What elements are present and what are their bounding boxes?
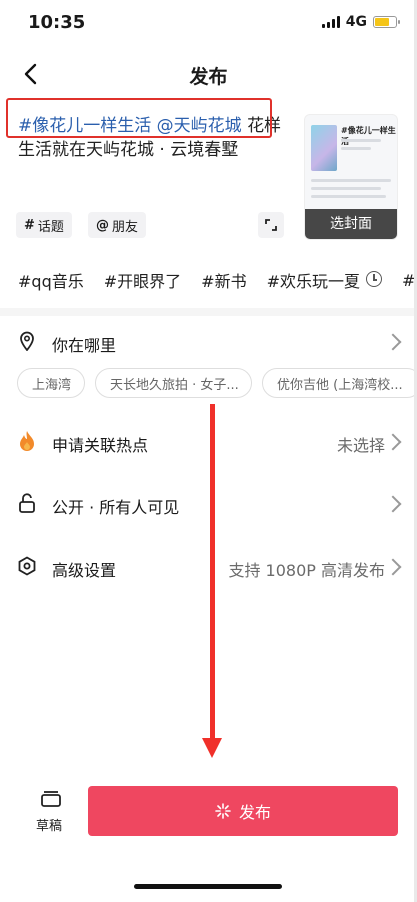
advanced-settings-label[interactable]: 高级设置: [52, 557, 116, 581]
location-suggestion[interactable]: 天长地久旅拍 · 女子...: [95, 368, 252, 398]
location-suggestion[interactable]: 上海湾: [17, 368, 85, 398]
hashtag-suggestion[interactable]: #开眼界了: [104, 268, 181, 292]
hashtag-suggestion[interactable]: #新书: [201, 268, 246, 292]
cover-line: [341, 139, 381, 142]
select-cover-button[interactable]: 选封面: [305, 209, 397, 239]
hotspot-label[interactable]: 申请关联热点: [52, 432, 148, 456]
battery-icon: [373, 16, 400, 28]
annotation-highlight-box: [6, 98, 272, 138]
page-title: 发布: [189, 66, 228, 88]
chevron-right-icon[interactable]: [384, 433, 402, 451]
hashtag-suggestion[interactable]: #欢乐玩一夏: [267, 268, 382, 292]
cover-line: [311, 179, 391, 182]
cover-thumbnail[interactable]: #像花儿一样生活 选封面: [304, 114, 398, 240]
chevron-right-icon[interactable]: [384, 333, 402, 351]
cover-line: [311, 187, 381, 190]
flame-icon: [16, 430, 38, 452]
location-pin-icon: [16, 330, 38, 352]
hotspot-value[interactable]: 未选择: [337, 432, 385, 456]
hashtag-suggestion-label: #欢乐玩一夏: [266, 272, 360, 291]
status-time: 10:35: [28, 12, 86, 33]
clock-icon: [366, 271, 382, 287]
chevron-right-icon[interactable]: [384, 558, 402, 576]
location-suggestion[interactable]: 优你吉他 (上海湾校...: [262, 368, 417, 398]
chevron-right-icon[interactable]: [384, 495, 402, 513]
network-label: 4G: [345, 14, 367, 30]
draft-label[interactable]: 草稿: [36, 815, 62, 834]
publish-button-label: 发布: [238, 803, 271, 822]
annotation-arrow: [210, 404, 215, 742]
cover-line: [341, 147, 371, 150]
hash-icon: #: [24, 217, 35, 233]
topic-chip-label: 话题: [37, 219, 64, 235]
cover-line: [311, 195, 386, 198]
draft-button[interactable]: [36, 790, 66, 812]
location-label[interactable]: 你在哪里: [52, 332, 116, 356]
expand-icon: [265, 219, 277, 231]
cover-image: [311, 125, 337, 171]
visibility-label[interactable]: 公开 · 所有人可见: [52, 494, 179, 518]
section-divider: [0, 308, 417, 316]
at-icon: @: [96, 217, 109, 233]
draft-box-icon: [41, 791, 61, 807]
topic-chip[interactable]: # 话题: [16, 212, 72, 238]
friend-chip-label: 朋友: [112, 219, 139, 235]
friend-chip[interactable]: @ 朋友: [88, 212, 147, 238]
home-indicator[interactable]: [134, 884, 282, 889]
expand-button[interactable]: [258, 212, 284, 238]
cover-preview-title: #像花儿一样生活: [341, 126, 396, 146]
unlock-icon: [16, 492, 38, 514]
signal-icon: [321, 16, 340, 28]
publish-button[interactable]: 发布: [88, 786, 398, 836]
hashtag-suggestion[interactable]: #qq音乐: [18, 268, 84, 292]
hashtag-suggestions: #qq音乐 #开眼界了 #新书 #欢乐玩一夏 #a: [18, 268, 417, 292]
sparkle-icon: [215, 803, 231, 819]
hexagon-settings-icon: [16, 555, 38, 577]
advanced-settings-value[interactable]: 支持 1080P 高清发布: [228, 557, 385, 581]
status-indicators: 4G: [321, 14, 400, 30]
annotation-arrow-head: [202, 738, 222, 758]
